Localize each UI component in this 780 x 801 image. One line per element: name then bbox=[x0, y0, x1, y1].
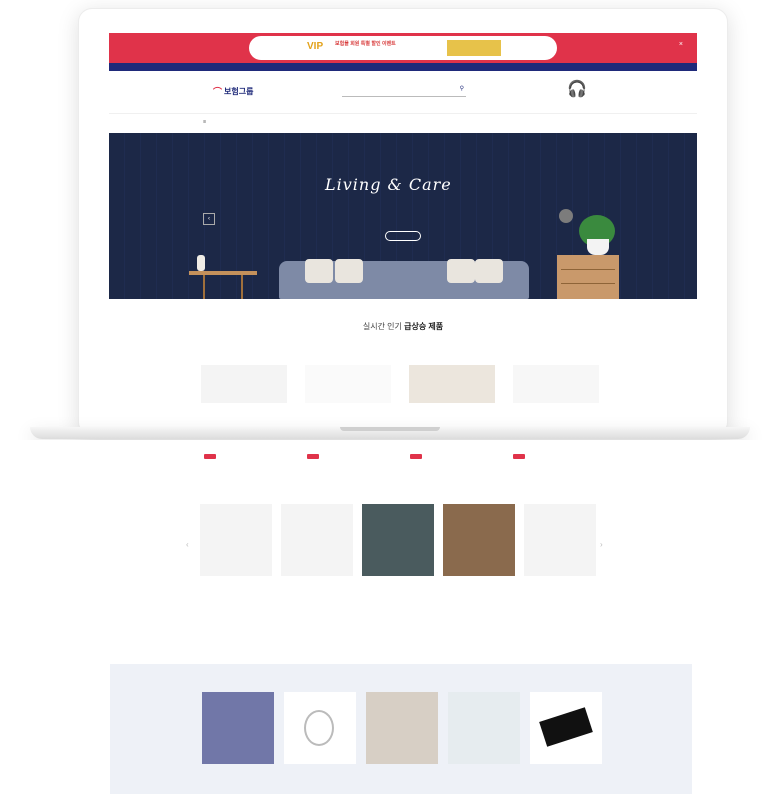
category-item[interactable] bbox=[200, 504, 272, 584]
product-info[interactable] bbox=[299, 440, 386, 494]
product-info-strip bbox=[196, 440, 592, 494]
main-menu: ☰ bbox=[109, 113, 697, 133]
category-prev-icon[interactable]: ‹ bbox=[186, 540, 189, 549]
category-image bbox=[281, 504, 353, 576]
cushion-image bbox=[305, 259, 333, 283]
product-info[interactable] bbox=[402, 440, 489, 494]
product-card[interactable] bbox=[201, 365, 287, 403]
category-item[interactable] bbox=[281, 504, 353, 584]
product-badge bbox=[410, 454, 422, 459]
coupon-image bbox=[447, 40, 501, 56]
title-plain: 실시간 인기 bbox=[362, 322, 405, 331]
category-image bbox=[524, 504, 596, 576]
hero-title: Living & Care bbox=[325, 175, 452, 194]
cushion-image bbox=[475, 259, 503, 283]
recommend-tile[interactable] bbox=[284, 692, 356, 764]
close-icon[interactable]: × bbox=[679, 41, 683, 48]
cushion-image bbox=[335, 259, 363, 283]
hero-banner[interactable]: ‹ Living & Care bbox=[109, 133, 697, 299]
logo-mark-icon: ⌒ bbox=[213, 87, 223, 97]
category-next-icon[interactable]: › bbox=[600, 540, 603, 549]
category-item[interactable] bbox=[362, 504, 434, 584]
headphone-icon[interactable]: 🎧 bbox=[567, 79, 587, 99]
lamp-image bbox=[559, 209, 573, 223]
product-badge bbox=[513, 454, 525, 459]
card-image bbox=[539, 707, 593, 747]
category-image bbox=[443, 504, 515, 576]
section-popular: 실시간 인기 급상승 제품 bbox=[109, 321, 697, 336]
page-stage: VIP 보험몰 회원 특별 할인 이벤트 × ⌒ 보험그룹 ⚲ 🎧 ☰ ‹ Li… bbox=[0, 0, 780, 801]
recommend-tile[interactable] bbox=[366, 692, 438, 764]
category-image bbox=[200, 504, 272, 576]
pot-image bbox=[587, 239, 609, 255]
category-carousel bbox=[200, 504, 596, 584]
category-item[interactable] bbox=[524, 504, 596, 584]
top-utility-nav bbox=[109, 63, 697, 71]
menu-all-icon[interactable]: ☰ bbox=[203, 120, 206, 124]
hero-button[interactable] bbox=[385, 231, 421, 241]
search-icon[interactable]: ⚲ bbox=[460, 85, 464, 92]
ring-image bbox=[304, 710, 334, 746]
product-info[interactable] bbox=[196, 440, 283, 494]
site-header: ⌒ 보험그룹 ⚲ 🎧 bbox=[109, 71, 697, 113]
search-input[interactable]: ⚲ bbox=[342, 85, 466, 97]
laptop-frame: VIP 보험몰 회원 특별 할인 이벤트 × ⌒ 보험그룹 ⚲ 🎧 ☰ ‹ Li… bbox=[78, 8, 728, 436]
vip-label: VIP bbox=[307, 41, 324, 52]
cabinet-image bbox=[557, 255, 619, 299]
site-logo[interactable]: ⌒ 보험그룹 bbox=[213, 85, 253, 98]
prev-arrow-icon[interactable]: ‹ bbox=[203, 213, 215, 225]
recommend-tile[interactable] bbox=[202, 692, 274, 764]
laptop-screen: VIP 보험몰 회원 특별 할인 이벤트 × ⌒ 보험그룹 ⚲ 🎧 ☰ ‹ Li… bbox=[109, 33, 697, 403]
product-card[interactable] bbox=[409, 365, 495, 403]
product-card[interactable] bbox=[305, 365, 391, 403]
product-info[interactable] bbox=[505, 440, 592, 494]
promo-title: 보험몰 회원 특별 할인 이벤트 bbox=[335, 41, 396, 47]
promo-banner[interactable]: VIP 보험몰 회원 특별 할인 이벤트 × bbox=[109, 33, 697, 63]
recommend-panel bbox=[110, 664, 692, 794]
recommend-tile[interactable] bbox=[530, 692, 602, 764]
logo-text: 보험그룹 bbox=[224, 87, 254, 96]
cushion-image bbox=[447, 259, 475, 283]
category-image bbox=[362, 504, 434, 576]
recommend-tiles bbox=[202, 692, 602, 764]
category-item[interactable] bbox=[443, 504, 515, 584]
product-badge bbox=[307, 454, 319, 459]
section-recommend bbox=[0, 632, 780, 638]
section-popular-title: 실시간 인기 급상승 제품 bbox=[109, 321, 697, 332]
promo-text: 보험몰 회원 특별 할인 이벤트 bbox=[335, 40, 396, 47]
recommend-tile[interactable] bbox=[448, 692, 520, 764]
promo-pill: VIP 보험몰 회원 특별 할인 이벤트 bbox=[249, 36, 557, 60]
page-continuation: ‹ › bbox=[0, 440, 780, 801]
laptop-notch bbox=[340, 427, 440, 431]
product-badge bbox=[204, 454, 216, 459]
product-grid bbox=[201, 365, 599, 403]
product-card[interactable] bbox=[513, 365, 599, 403]
title-bold: 급상승 제품 bbox=[404, 322, 444, 331]
vase-image bbox=[197, 255, 205, 271]
side-table-image bbox=[189, 271, 257, 299]
